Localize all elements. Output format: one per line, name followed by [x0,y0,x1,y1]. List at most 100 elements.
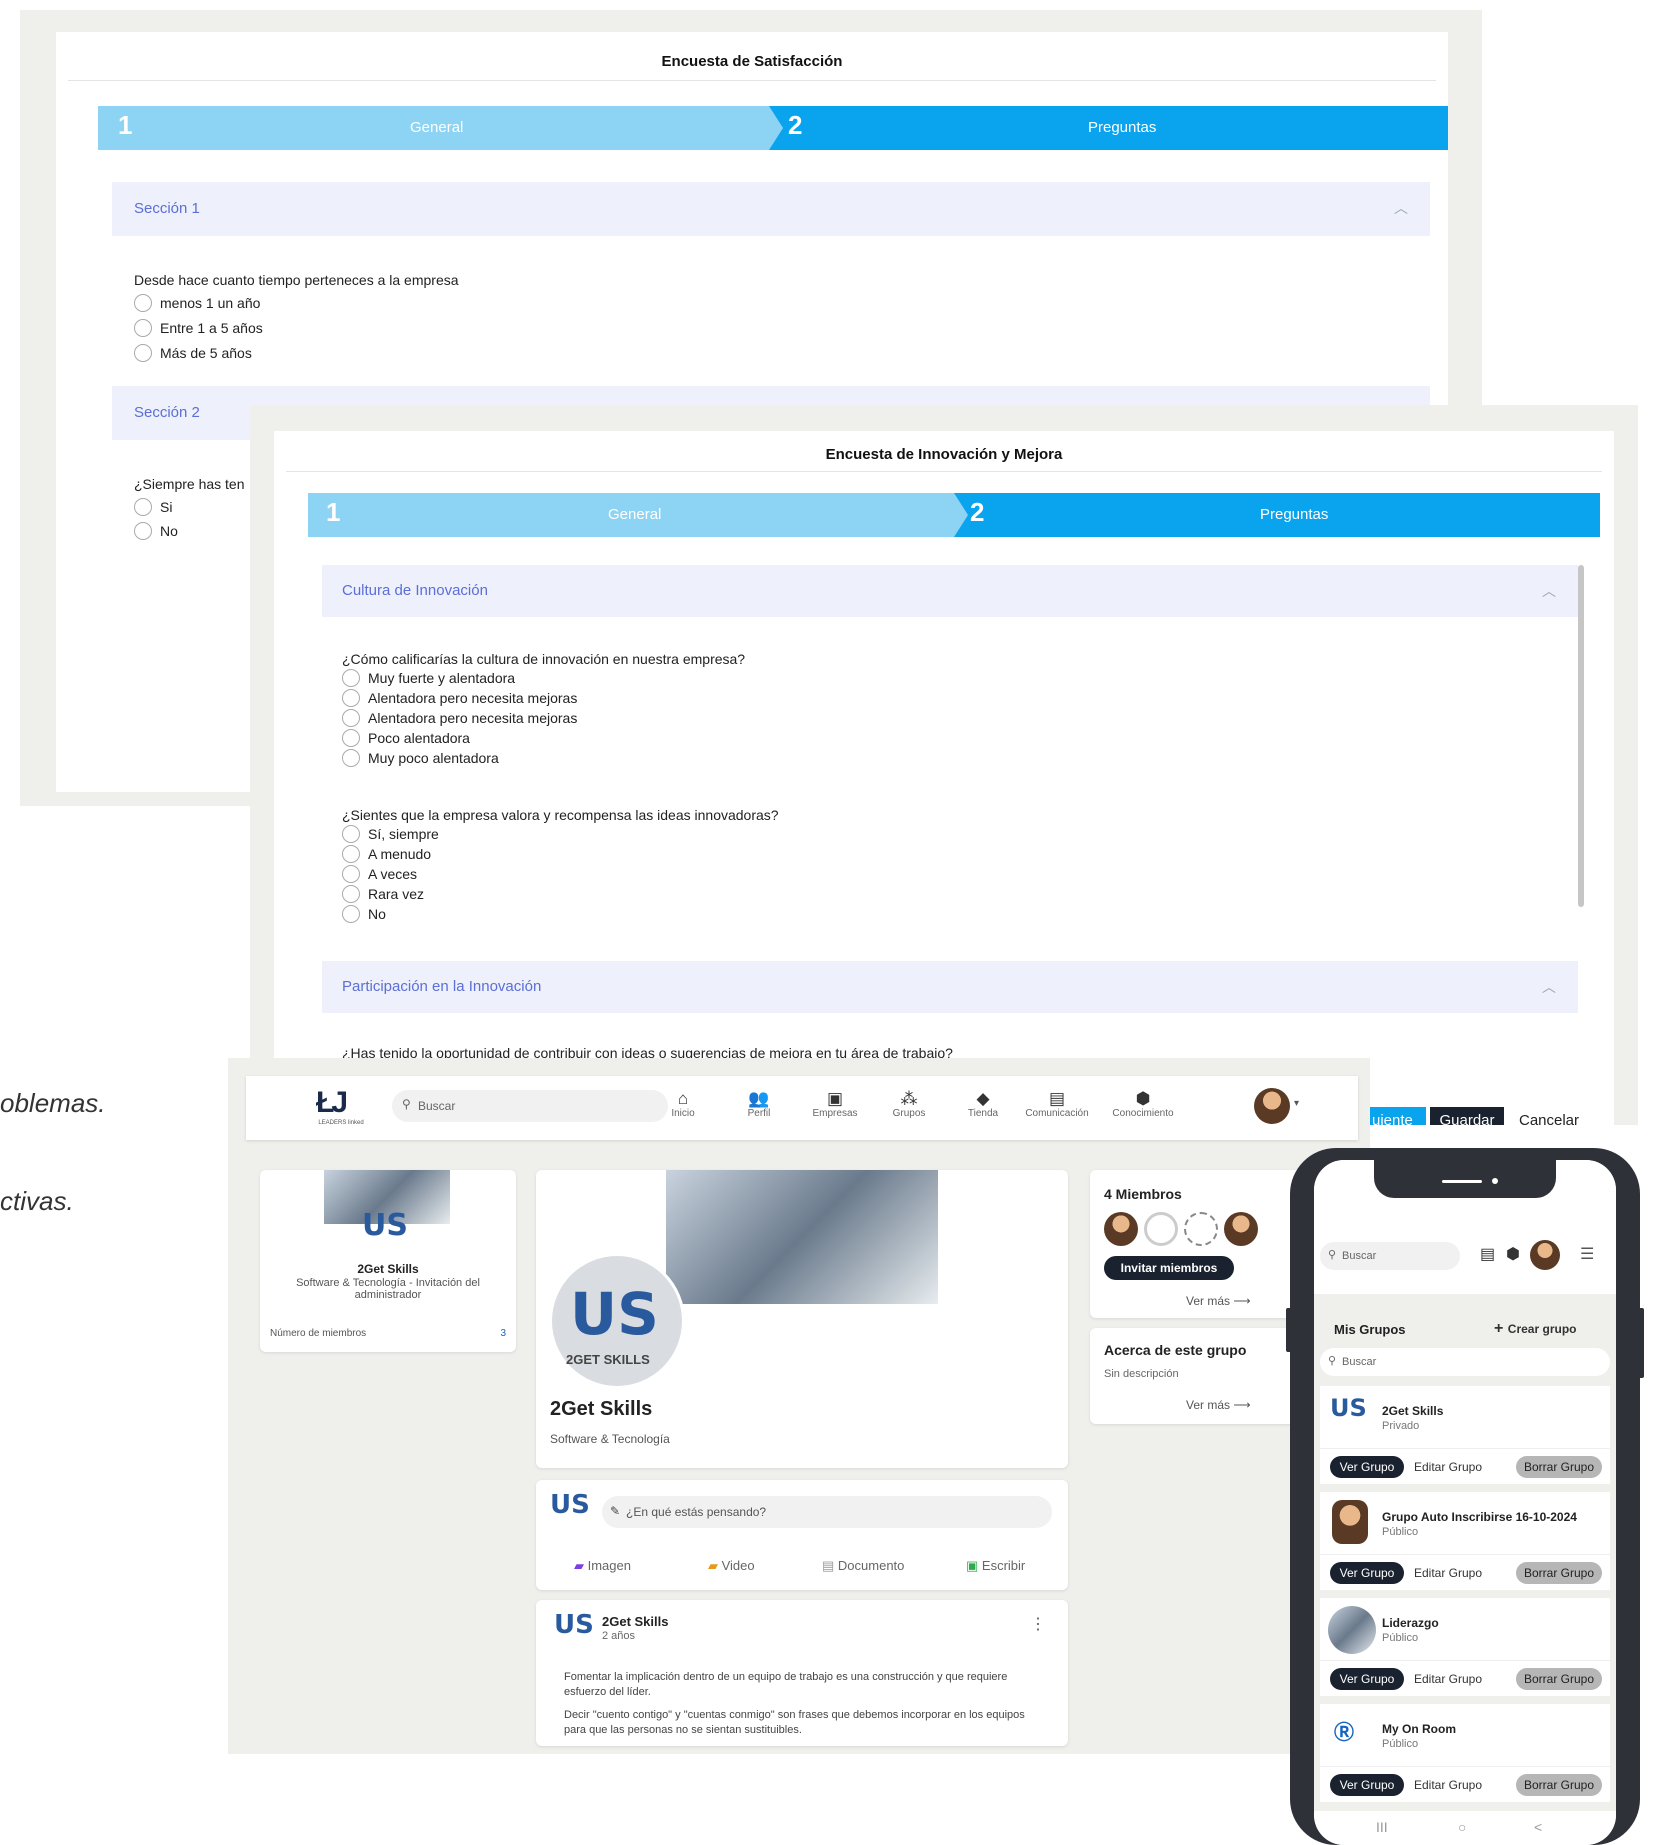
chat-icon[interactable]: ▤ [1480,1244,1495,1264]
section-1-header[interactable]: Cultura de Innovación ︿ [322,565,1578,617]
search-input[interactable]: ⚲ Buscar [1320,1242,1460,1270]
groups-search-input[interactable]: ⚲ Buscar [1320,1348,1610,1376]
member-avatar[interactable] [1104,1212,1138,1246]
radio-option[interactable]: Muy poco alentadora [342,749,499,767]
radio-option[interactable]: Entre 1 a 5 años [134,319,263,337]
video-button[interactable]: ▰ Video [708,1558,755,1574]
radio-option[interactable]: No [342,905,386,923]
recent-apps-icon[interactable]: III [1376,1819,1388,1835]
nav-item-inicio[interactable]: ⌂ Inicio [646,1090,720,1120]
chevron-down-icon[interactable]: ▾ [1294,1098,1299,1109]
radio-option[interactable]: A menudo [342,845,431,863]
delete-group-button[interactable]: Borrar Grupo [1516,1562,1602,1584]
see-more-link[interactable]: Ver más ⟶ [1186,1294,1251,1308]
chevron-up-icon[interactable]: ︿ [1542,977,1556,997]
nav-label: Inicio [671,1108,695,1119]
radio-button[interactable] [134,294,152,312]
nav-item-empresas[interactable]: ▣ Empresas [798,1090,872,1120]
radio-option[interactable]: Si [134,498,172,516]
home-icon[interactable]: ○ [1458,1819,1466,1835]
nav-item-conocimiento[interactable]: ⬢ Conocimiento [1106,1090,1180,1120]
graduation-cap-icon[interactable]: ⬢ [1506,1244,1520,1264]
write-button[interactable]: ▣ Escribir [966,1558,1025,1574]
radio-button[interactable] [342,825,360,843]
delete-group-button[interactable]: Borrar Grupo [1516,1774,1602,1796]
document-button[interactable]: ▤ Documento [822,1558,904,1574]
search-input[interactable]: ⚲ Buscar [392,1090,668,1122]
chevron-up-icon[interactable]: ︿ [1394,198,1408,218]
radio-button[interactable] [342,689,360,707]
cancel-button[interactable]: Cancelar [1512,1107,1586,1125]
view-group-button[interactable]: Ver Grupo [1330,1562,1404,1584]
save-button[interactable]: Guardar [1430,1107,1504,1125]
more-options-icon[interactable]: ⋮ [1030,1614,1046,1634]
radio-button[interactable] [342,709,360,727]
edit-group-button[interactable]: Editar Grupo [1414,1460,1482,1474]
radio-option[interactable]: Poco alentadora [342,729,470,747]
group-page-window: ŁJ LEADERS linked ⚲ Buscar ⌂ Inicio 👥 Perfi… [228,1058,1370,1754]
group-list-item[interactable]: Grupo Auto Inscribirse 16-10-2024 Público… [1320,1492,1610,1590]
delete-group-button[interactable]: Borrar Grupo [1516,1668,1602,1690]
invite-members-button[interactable]: Invitar miembros [1104,1256,1234,1280]
chevron-up-icon[interactable]: ︿ [1542,581,1556,601]
radio-button[interactable] [342,749,360,767]
radio-button[interactable] [134,522,152,540]
app-logo[interactable]: ŁJ LEADERS linked [316,1086,366,1132]
member-avatar[interactable] [1224,1212,1258,1246]
menu-icon[interactable]: ☰ [1580,1244,1594,1264]
avatar[interactable] [1254,1088,1290,1124]
section-1-header[interactable]: Sección 1 ︿ [112,182,1430,236]
radio-button[interactable] [134,498,152,516]
radio-button[interactable] [134,344,152,362]
next-button[interactable]: uiente [1370,1107,1426,1125]
radio-option[interactable]: Alentadora pero necesita mejoras [342,709,577,727]
radio-option[interactable]: No [134,522,178,540]
radio-option[interactable]: Rara vez [342,885,424,903]
nav-item-tienda[interactable]: ◆ Tienda [946,1090,1020,1120]
section-2-header[interactable]: Participación en la Innovación ︿ [322,961,1578,1013]
group-list-item[interactable]: Liderazgo Público Ver Grupo Editar Grupo Bor… [1320,1598,1610,1696]
nav-item-comunicación[interactable]: ▤ Comunicación [1020,1090,1094,1120]
radio-option[interactable]: Muy fuerte y alentadora [342,669,515,687]
radio-option[interactable]: Alentadora pero necesita mejoras [342,689,577,707]
document-label: Documento [837,1558,905,1573]
view-group-button[interactable]: Ver Grupo [1330,1774,1404,1796]
radio-option[interactable]: Sí, siempre [342,825,439,843]
radio-button[interactable] [342,729,360,747]
group-list-item[interactable]: US 2Get Skills Privado Ver Grupo Editar Grup… [1320,1386,1610,1484]
see-more-link[interactable]: Ver más ⟶ [1186,1398,1251,1412]
edit-group-button[interactable]: Editar Grupo [1414,1566,1482,1580]
image-button[interactable]: ▰ Imagen [574,1558,631,1574]
member-avatar[interactable] [1144,1212,1178,1246]
group-list-item[interactable]: Ⓡ My On Room Público Ver Grupo Editar Grupo B… [1320,1704,1610,1802]
delete-group-button[interactable]: Borrar Grupo [1516,1456,1602,1478]
step-2-number: 2 [788,110,803,140]
group-summary-card[interactable]: US 2Get Skills Software & Tecnología - I… [260,1170,516,1352]
create-group-button[interactable]: + Crear grupo [1494,1320,1576,1338]
radio-button[interactable] [342,885,360,903]
step-2[interactable]: 2 Preguntas [948,493,1600,537]
see-more-label: Ver más [1186,1398,1231,1412]
radio-option[interactable]: menos 1 un año [134,294,260,312]
avatar[interactable] [1530,1240,1560,1270]
radio-button[interactable] [342,845,360,863]
step-2[interactable]: 2 Preguntas [758,106,1448,150]
radio-option[interactable]: Más de 5 años [134,344,252,362]
radio-button[interactable] [342,669,360,687]
radio-button[interactable] [342,865,360,883]
view-group-button[interactable]: Ver Grupo [1330,1668,1404,1690]
edit-group-button[interactable]: Editar Grupo [1414,1778,1482,1792]
radio-option[interactable]: A veces [342,865,417,883]
view-group-button[interactable]: Ver Grupo [1330,1456,1404,1478]
scrollbar[interactable] [1578,565,1584,907]
radio-button[interactable] [342,905,360,923]
back-icon[interactable]: < [1534,1819,1542,1835]
member-avatar[interactable] [1184,1212,1218,1246]
edit-group-button[interactable]: Editar Grupo [1414,1672,1482,1686]
post-input[interactable]: ✎ ¿En qué estás pensando? [602,1496,1052,1528]
nav-item-grupos[interactable]: ⁂ Grupos [872,1090,946,1120]
radio-button[interactable] [134,319,152,337]
step-1[interactable]: 1 General [308,493,968,537]
step-1[interactable]: 1 General [98,106,783,150]
nav-item-perfil[interactable]: 👥 Perfil [722,1090,796,1120]
